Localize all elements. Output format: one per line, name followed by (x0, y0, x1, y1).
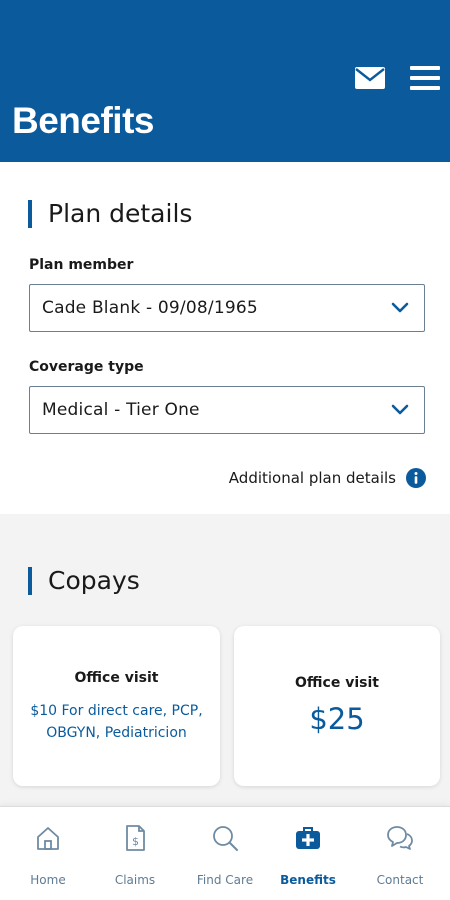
plan-details-heading-text: Plan details (48, 199, 193, 228)
plan-member-select[interactable]: Cade Blank - 09/08/1965 (29, 284, 425, 332)
chevron-down-icon (391, 302, 409, 313)
additional-plan-details-link[interactable]: Additional plan details (229, 468, 426, 488)
medical-kit-icon (296, 827, 320, 849)
claims-icon: $ (126, 825, 145, 851)
copay-card-description: $10 For direct care, PCP, OBGYN, Pediatr… (30, 703, 203, 741)
copay-card-title: Office visit (295, 675, 379, 691)
copays-heading: Copays (28, 566, 140, 595)
chevron-down-icon (391, 404, 409, 415)
heading-accent-bar (28, 199, 32, 228)
tab-find-care-label: Find Care (196, 873, 254, 887)
plan-member-label: Plan member (29, 257, 134, 273)
info-icon[interactable] (406, 468, 426, 488)
copay-card[interactable]: Office visit $10 For direct care, PCP, O… (13, 626, 220, 786)
copay-card-title: Office visit (74, 670, 159, 686)
tab-benefits-label: Benefits (280, 873, 336, 887)
tab-home-label: Home (30, 873, 66, 887)
chat-bubbles-icon (387, 826, 413, 850)
home-icon (37, 827, 59, 850)
plan-details-section: Plan details Plan member Cade Blank - 09… (0, 162, 450, 514)
copay-card-amount: $25 (309, 702, 365, 736)
page-title: Benefits (12, 100, 154, 141)
search-icon (213, 826, 238, 851)
copays-heading-text: Copays (48, 566, 140, 595)
bottom-tab-bar: Home $ Claims Find Care Benefits Contact (0, 806, 450, 900)
svg-text:$: $ (132, 835, 139, 848)
tab-benefits[interactable]: Benefits (268, 823, 348, 887)
plan-member-value: Cade Blank - 09/08/1965 (42, 298, 258, 318)
app-header: Benefits (0, 0, 450, 162)
mail-icon[interactable] (355, 67, 385, 89)
hamburger-menu-icon[interactable] (410, 64, 440, 92)
tab-home[interactable]: Home (8, 823, 88, 887)
additional-plan-details-text: Additional plan details (228, 469, 396, 487)
coverage-type-select[interactable]: Medical - Tier One (29, 386, 425, 434)
copays-section: Copays Office visit $10 For direct care,… (0, 514, 450, 814)
tab-find-care[interactable]: Find Care (185, 823, 265, 887)
tab-claims-label: Claims (114, 873, 156, 887)
coverage-type-value: Medical - Tier One (42, 400, 200, 420)
plan-details-heading: Plan details (28, 199, 192, 228)
tab-contact[interactable]: Contact (360, 823, 440, 887)
tab-claims[interactable]: $ Claims (95, 823, 175, 887)
heading-accent-bar (28, 566, 32, 595)
coverage-type-label: Coverage type (29, 359, 144, 375)
copay-card[interactable]: Office visit $25 (234, 626, 440, 786)
tab-contact-label: Contact (376, 873, 424, 887)
